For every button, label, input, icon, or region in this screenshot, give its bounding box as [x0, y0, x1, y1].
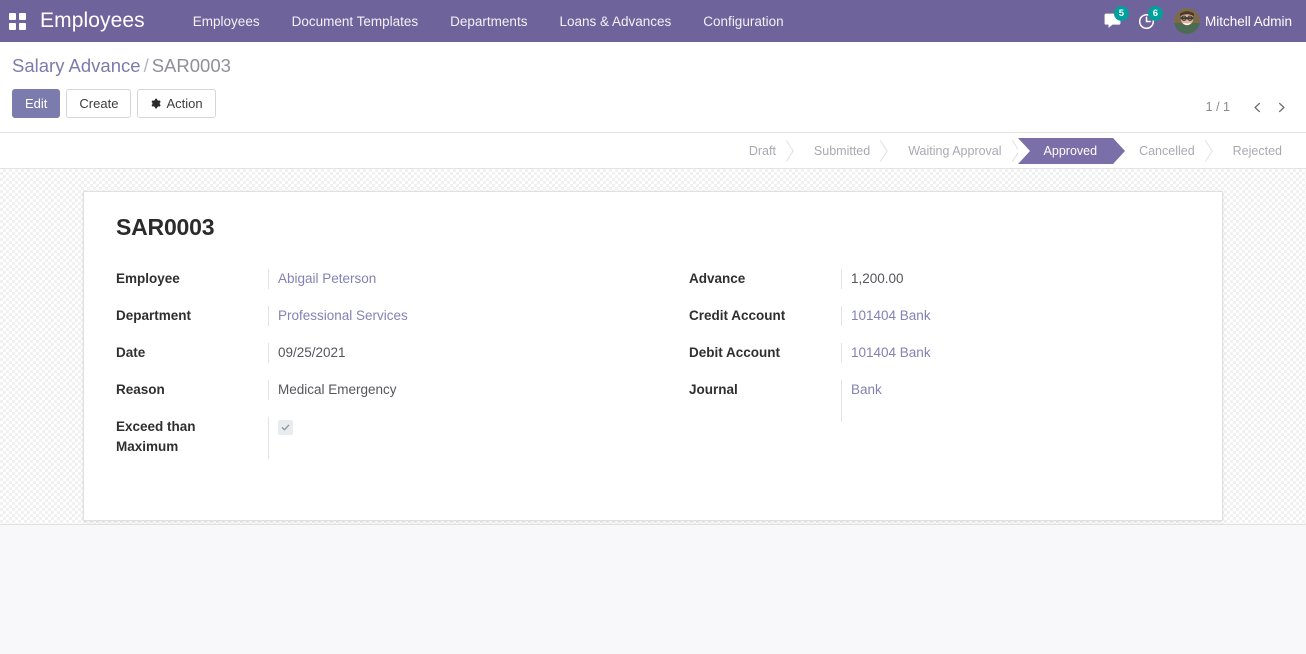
advance-amount-text: 1,200.00 [851, 271, 904, 286]
form-groups: Employee Abigail Peterson Department Pro… [116, 269, 1190, 474]
user-menu[interactable]: Mitchell Admin [1164, 8, 1298, 34]
field-journal: Journal Bank [689, 380, 1190, 422]
app-brand-employees[interactable]: Employees [34, 9, 153, 33]
field-credit-account-value: 101404 Bank [841, 306, 1190, 326]
field-employee-value: Abigail Peterson [268, 269, 653, 289]
check-icon [281, 424, 290, 431]
field-credit-account-label: Credit Account [689, 308, 786, 323]
statusbar-row: Draft Submitted Waiting Approval Approve… [0, 133, 1306, 169]
journal-link[interactable]: Bank [851, 382, 882, 397]
field-date-value: 09/25/2021 [268, 343, 653, 363]
field-debit-account: Debit Account 101404 Bank [689, 343, 1190, 365]
field-employee: Employee Abigail Peterson [116, 269, 653, 291]
pager-previous-button[interactable] [1246, 96, 1268, 118]
date-value-text: 09/25/2021 [278, 345, 346, 360]
credit-account-link[interactable]: 101404 Bank [851, 308, 931, 323]
navbar-right-tools: 5 6 Mitchell Admin [1096, 0, 1306, 42]
debit-account-link[interactable]: 101404 Bank [851, 345, 931, 360]
create-button[interactable]: Create [66, 89, 132, 118]
menu-item-loans-advances[interactable]: Loans & Advances [543, 0, 687, 42]
field-reason: Reason Medical Emergency [116, 380, 653, 402]
breadcrumb-current: SAR0003 [151, 55, 231, 76]
chevron-left-icon [1253, 102, 1260, 112]
edit-button[interactable]: Edit [12, 89, 61, 118]
form-group-left: Employee Abigail Peterson Department Pro… [116, 269, 653, 474]
status-stage-approved[interactable]: Approved [1017, 137, 1125, 164]
menu-item-departments[interactable]: Departments [434, 0, 543, 42]
menu-item-employees[interactable]: Employees [177, 0, 276, 42]
main-menu: Employees Document Templates Departments… [177, 0, 800, 42]
top-navbar: Employees Employees Document Templates D… [0, 0, 1306, 42]
breadcrumb-separator: / [143, 55, 149, 76]
field-reason-label: Reason [116, 382, 165, 397]
field-exceed-than-maximum: Exceed than Maximum [116, 417, 653, 459]
action-button[interactable]: Action [137, 89, 216, 118]
field-department-value: Professional Services [268, 306, 653, 326]
breadcrumb: Salary Advance / SAR0003 [12, 42, 1294, 78]
field-journal-label: Journal [689, 382, 738, 397]
field-journal-value: Bank [841, 380, 1190, 422]
field-advance-value: 1,200.00 [841, 269, 1190, 289]
chevron-right-icon [1278, 102, 1285, 112]
field-department: Department Professional Services [116, 306, 653, 328]
avatar [1173, 8, 1200, 34]
pager-next-button[interactable] [1270, 96, 1292, 118]
field-advance-label: Advance [689, 271, 746, 286]
form-action-buttons: Edit Create Action [12, 78, 1294, 132]
form-group-right: Advance 1,200.00 Credit Account 101404 B… [653, 269, 1190, 474]
department-link[interactable]: Professional Services [278, 308, 408, 323]
status-stage-rejected[interactable]: Rejected [1210, 137, 1298, 164]
breadcrumb-parent-link[interactable]: Salary Advance [12, 55, 141, 76]
exceed-maximum-checkbox[interactable] [278, 420, 293, 435]
field-credit-account: Credit Account 101404 Bank [689, 306, 1190, 328]
record-pager: 1 / 1 [1206, 96, 1292, 118]
field-exceed-than-maximum-value [268, 417, 653, 459]
field-debit-account-label: Debit Account [689, 345, 780, 360]
reason-value-text: Medical Emergency [278, 382, 397, 397]
field-reason-value: Medical Emergency [268, 380, 653, 400]
pager-count: 1 / 1 [1205, 100, 1230, 114]
menu-item-configuration[interactable]: Configuration [687, 0, 799, 42]
status-stage-draft[interactable]: Draft [734, 137, 792, 164]
field-employee-label: Employee [116, 271, 180, 286]
status-stage-cancelled[interactable]: Cancelled [1113, 137, 1211, 164]
menu-item-document-templates[interactable]: Document Templates [276, 0, 435, 42]
messages-button[interactable]: 5 [1096, 0, 1130, 42]
form-view-area: SAR0003 Employee Abigail Peterson Depart… [0, 169, 1306, 525]
apps-menu-button[interactable] [0, 0, 34, 42]
status-pipeline: Draft Submitted Waiting Approval Approve… [734, 137, 1298, 164]
field-department-label: Department [116, 308, 192, 323]
field-date-label: Date [116, 345, 146, 360]
messages-badge: 5 [1113, 6, 1129, 21]
record-title: SAR0003 [116, 214, 215, 240]
form-sheet: SAR0003 Employee Abigail Peterson Depart… [83, 191, 1223, 521]
field-date: Date 09/25/2021 [116, 343, 653, 365]
status-stage-submitted[interactable]: Submitted [791, 137, 887, 164]
field-debit-account-value: 101404 Bank [841, 343, 1190, 363]
gear-icon [151, 98, 162, 109]
page-background-below-form [0, 525, 1306, 654]
field-advance: Advance 1,200.00 [689, 269, 1190, 291]
activities-badge: 6 [1147, 6, 1163, 21]
control-panel: Salary Advance / SAR0003 Edit Create Actio… [0, 42, 1306, 133]
user-name-label: Mitchell Admin [1204, 13, 1292, 29]
activities-button[interactable]: 6 [1130, 0, 1164, 42]
status-stage-waiting-approval[interactable]: Waiting Approval [886, 137, 1018, 164]
action-button-label: Action [166, 96, 203, 111]
apps-grid-icon [8, 12, 26, 30]
employee-link[interactable]: Abigail Peterson [278, 271, 376, 286]
field-exceed-than-maximum-label: Exceed than Maximum [116, 419, 196, 454]
